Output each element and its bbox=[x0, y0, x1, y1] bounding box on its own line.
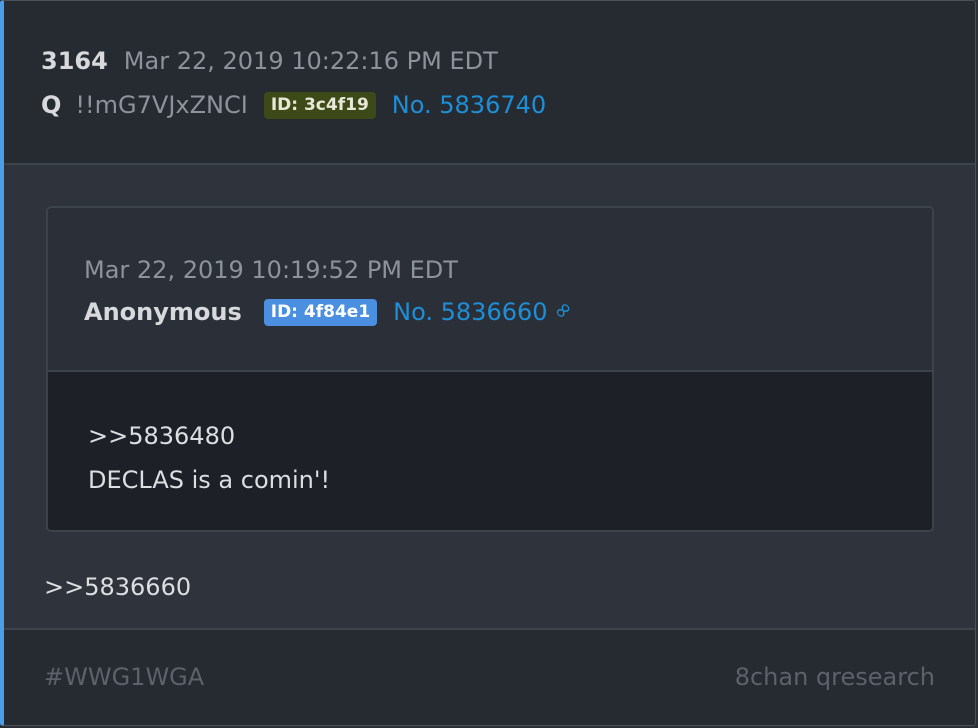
quoted-post-body: >>5836480 DECLAS is a comin'! bbox=[48, 372, 932, 530]
post-meta-row: 3164 Mar 22, 2019 10:22:16 PM EDT bbox=[41, 47, 498, 75]
quoted-post: Mar 22, 2019 10:19:52 PM EDT Anonymous I… bbox=[46, 206, 934, 532]
post-card: 3164 Mar 22, 2019 10:22:16 PM EDT Q !!mG… bbox=[0, 0, 976, 726]
post-date: Mar 22, 2019 10:22:16 PM EDT bbox=[123, 47, 498, 75]
quoted-post-reference[interactable]: >>5836480 bbox=[88, 422, 235, 450]
link-icon[interactable]: ∞ bbox=[547, 295, 578, 326]
post-number: 3164 bbox=[41, 47, 108, 75]
post-number-link[interactable]: No. 5836740 bbox=[392, 91, 546, 119]
footer-source: 8chan qresearch bbox=[734, 663, 935, 691]
post-tripcode: !!mG7VJxZNCI bbox=[75, 91, 248, 119]
post-author-row: Q !!mG7VJxZNCI ID: 3c4f19 No. 5836740 bbox=[41, 91, 546, 119]
post-footer: #WWG1WGA 8chan qresearch bbox=[4, 628, 975, 725]
footer-hashtag: #WWG1WGA bbox=[44, 663, 205, 691]
post-id-badge: ID: 3c4f19 bbox=[263, 91, 376, 119]
post-header: 3164 Mar 22, 2019 10:22:16 PM EDT Q !!mG… bbox=[4, 1, 975, 165]
quoted-post-text: DECLAS is a comin'! bbox=[88, 466, 331, 494]
quoted-post-header: Mar 22, 2019 10:19:52 PM EDT Anonymous I… bbox=[48, 208, 932, 372]
post-reply-reference[interactable]: >>5836660 bbox=[44, 573, 191, 601]
quoted-post-number-link[interactable]: No. 5836660 bbox=[393, 298, 547, 326]
quoted-post-id-badge: ID: 4f84e1 bbox=[263, 298, 378, 326]
quoted-post-author-row: Anonymous ID: 4f84e1 No. 5836660 ∞ bbox=[84, 295, 578, 326]
quoted-post-date: Mar 22, 2019 10:19:52 PM EDT bbox=[84, 256, 458, 284]
post-author: Q bbox=[41, 91, 62, 119]
quoted-post-author: Anonymous bbox=[84, 298, 242, 326]
